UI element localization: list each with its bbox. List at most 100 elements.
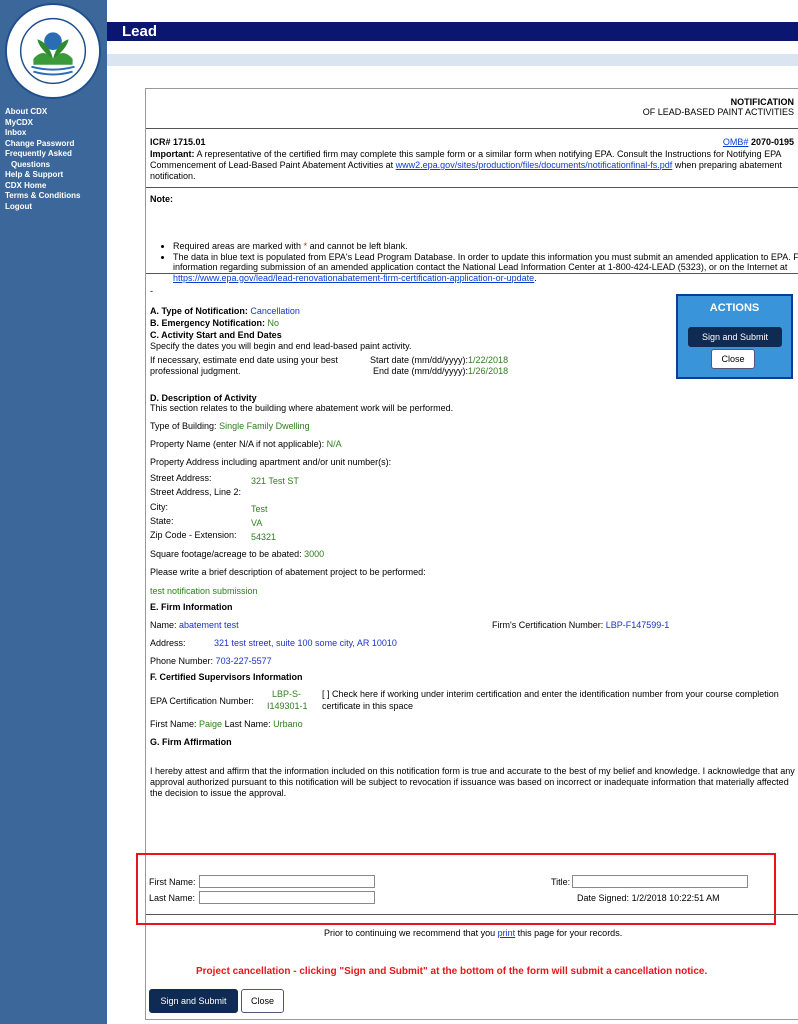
cancellation-notice: Project cancellation - clicking "Sign an… (196, 966, 708, 977)
end-date-value: 1/26/2018 (468, 366, 509, 376)
nav-inbox[interactable]: Inbox (5, 128, 80, 139)
nav-about-cdx[interactable]: About CDX (5, 107, 80, 118)
divider (146, 914, 798, 915)
note-label: Note: (150, 194, 173, 204)
nav-mycdx[interactable]: MyCDX (5, 118, 80, 129)
phone-value: 703-227-5577 (215, 656, 272, 666)
sidebar-nav: About CDX MyCDX Inbox Change Password Fr… (5, 107, 80, 212)
actions-sign-submit-button[interactable]: Sign and Submit (688, 327, 782, 347)
notification-type-value: Cancellation (250, 306, 300, 316)
signature-title-input[interactable] (572, 875, 748, 888)
icr-number: ICR# 1715.01 (150, 137, 206, 147)
epa-cert-value-line1: LBP-S- (272, 689, 302, 699)
nav-terms[interactable]: Terms & Conditions (5, 191, 80, 202)
date-signed-value: 1/2/2018 10:22:51 AM (631, 893, 720, 903)
actions-panel: ACTIONS Sign and Submit Close (676, 294, 793, 379)
supervisor-last-label: Last Name: (224, 719, 271, 729)
note-blue-text-tail: . (534, 272, 537, 283)
firm-name-value: abatement test (179, 620, 239, 630)
supervisor-first-label: First Name: (150, 719, 197, 729)
bottom-sign-submit-button[interactable]: Sign and Submit (149, 989, 238, 1013)
signature-first-name-label: First Name: (149, 877, 196, 887)
section-c-hint2: professional judgment. (150, 366, 241, 376)
epa-seal-logo (4, 2, 102, 100)
interim-cert-text-line1: [ ] Check here if working under interim … (322, 689, 779, 699)
section-e-title: E. Firm Information (150, 602, 233, 612)
required-star: * (303, 241, 308, 251)
header-strip (107, 54, 798, 66)
interim-cert-text-line2: certificate in this space (322, 701, 414, 711)
signature-first-name-input[interactable] (199, 875, 375, 888)
divider (146, 128, 798, 129)
nav-change-password[interactable]: Change Password (5, 139, 80, 150)
note-required-text: Required areas are marked with (173, 241, 302, 251)
divider (146, 273, 798, 274)
form-title: NOTIFICATION (730, 97, 794, 107)
emergency-label: B. Emergency Notification: (150, 318, 266, 328)
title-bar (107, 22, 798, 41)
date-signed-label: Date Signed: (577, 893, 630, 903)
notes-list: Required areas are marked with * and can… (161, 241, 798, 283)
state-label: State: (150, 516, 174, 526)
city-label: City: (150, 502, 168, 512)
brief-description-label: Please write a brief description of abat… (150, 567, 426, 577)
building-type-value: Single Family Dwelling (219, 421, 310, 431)
nav-faq[interactable]: Frequently Asked (5, 149, 80, 160)
firm-cert-label: Firm's Certification Number: (492, 620, 604, 630)
state-value: VA (251, 518, 263, 528)
important-label: Important: (150, 149, 195, 159)
omb-link[interactable]: OMB# (723, 137, 749, 147)
signature-last-name-input[interactable] (199, 891, 375, 904)
note-blue-text-body: The data in blue text is populated from … (173, 251, 798, 273)
start-date-label: Start date (mm/dd/yyyy): (370, 355, 469, 365)
property-name-label: Property Name (enter N/A if not applicab… (150, 439, 325, 449)
signature-last-name-label: Last Name: (149, 893, 196, 903)
instructions-link[interactable]: www2.epa.gov/sites/production/files/docu… (396, 160, 673, 170)
nav-faq-questions[interactable]: Questions (5, 160, 80, 171)
section-c-title: C. Activity Start and End Dates (150, 330, 282, 340)
firm-cert-value: LBP-F147599-1 (605, 620, 670, 630)
epa-cert-value-line2: I149301-1 (267, 701, 308, 711)
street-label: Street Address: (150, 473, 212, 483)
affirmation-text: I hereby attest and affirm that the info… (150, 766, 795, 798)
actions-close-button[interactable]: Close (711, 349, 755, 369)
emergency-value: No (267, 318, 280, 328)
bottom-close-button[interactable]: Close (241, 989, 284, 1013)
nav-cdx-home[interactable]: CDX Home (5, 181, 80, 192)
note-required: Required areas are marked with * and can… (173, 241, 798, 252)
section-c-desc: Specify the dates you will begin and end… (150, 341, 412, 351)
property-address-label: Property Address including apartment and… (150, 457, 392, 467)
update-application-link[interactable]: https://www.epa.gov/lead/lead-renovation… (173, 273, 534, 283)
brief-description-value: test notification submission (150, 586, 258, 596)
notification-type-label: A. Type of Notification: (150, 306, 248, 316)
supervisor-last-value: Urbano (273, 719, 303, 729)
section-f-title: F. Certified Supervisors Information (150, 672, 303, 682)
print-link[interactable]: print (498, 928, 516, 938)
sqft-label: Square footage/acreage to be abated: (150, 549, 302, 559)
supervisor-first-value: Paige (199, 719, 223, 729)
epa-cert-label: EPA Certification Number: (150, 696, 254, 706)
section-g-title: G. Firm Affirmation (150, 737, 232, 747)
note-required-tail: and cannot be left blank. (309, 241, 408, 251)
omb-number: 2070-0195 (750, 137, 794, 147)
city-value: Test (251, 504, 268, 514)
app-title: Lead (122, 23, 158, 40)
end-date-label: End date (mm/dd/yyyy): (373, 366, 469, 376)
zip-label: Zip Code - Extension: (150, 530, 237, 540)
actions-title: ACTIONS (709, 302, 760, 314)
signature-title-label: Title: (551, 877, 571, 887)
street-value: 321 Test ST (251, 476, 299, 486)
section-c-hint1: If necessary, estimate end date using yo… (150, 355, 338, 365)
important-notice: Important: A representative of the certi… (150, 149, 795, 182)
divider (146, 187, 798, 188)
street2-label: Street Address, Line 2: (150, 487, 242, 497)
nav-logout[interactable]: Logout (5, 202, 80, 213)
sidebar: About CDX MyCDX Inbox Change Password Fr… (0, 0, 107, 1024)
print-suffix: this page for your records. (517, 928, 623, 938)
sqft-value: 3000 (304, 549, 325, 559)
section-d-title: D. Description of Activity (150, 393, 257, 403)
nav-help-support[interactable]: Help & Support (5, 170, 80, 181)
start-date-value: 1/22/2018 (468, 355, 509, 365)
building-type-label: Type of Building: (150, 421, 217, 431)
print-prefix: Prior to continuing we recommend that yo… (324, 928, 496, 938)
